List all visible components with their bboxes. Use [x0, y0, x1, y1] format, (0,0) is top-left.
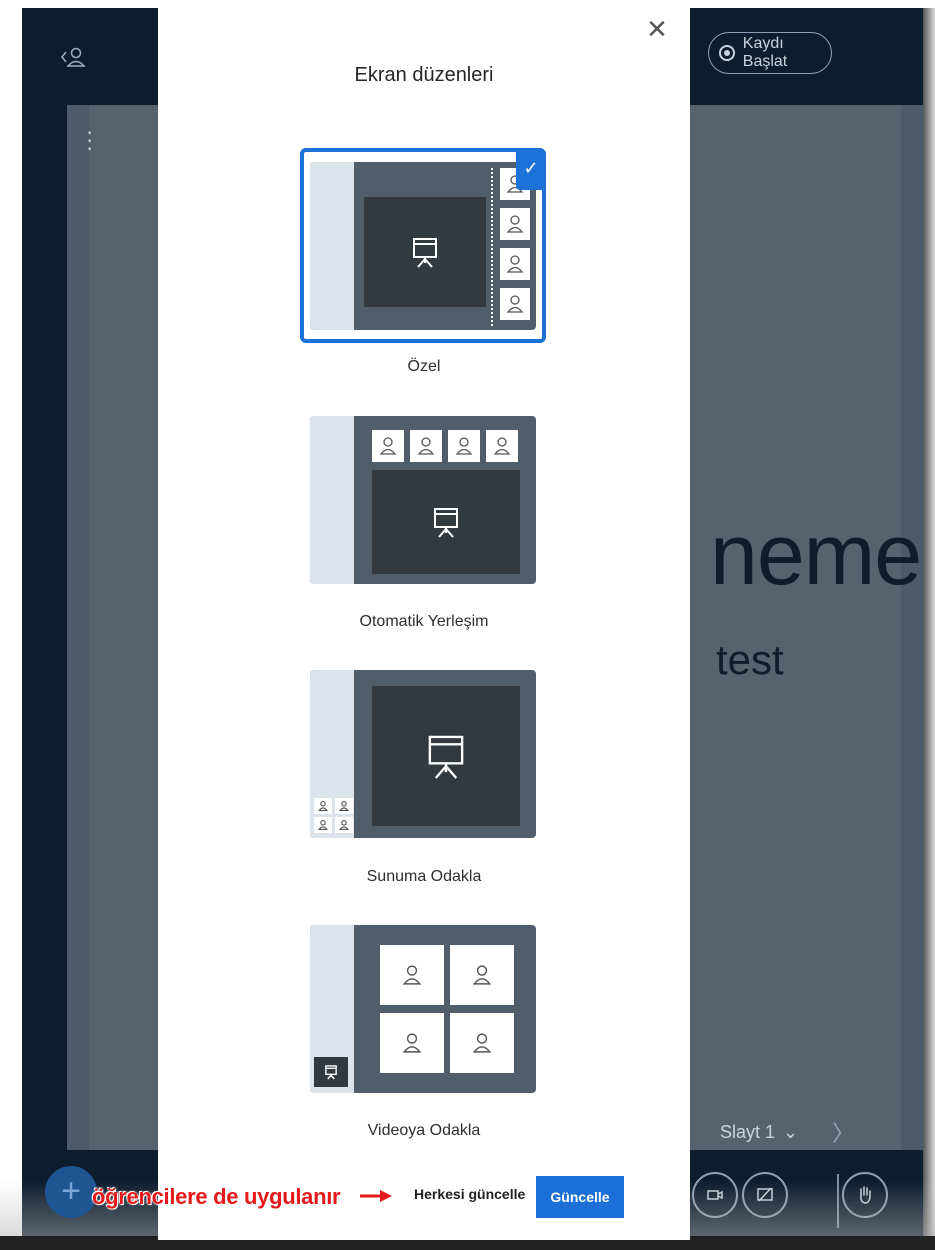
presentation-preview-icon: [372, 470, 520, 574]
layout-option-presentation-focus[interactable]: [310, 670, 536, 838]
layout-option-custom[interactable]: [310, 162, 536, 330]
user-tile-icon: [380, 1013, 444, 1073]
layout-label-custom: Özel: [407, 358, 441, 375]
presentation-preview-icon: [364, 197, 486, 307]
checkmark-icon: ✓: [516, 150, 546, 190]
camera-off-button[interactable]: [692, 1172, 738, 1218]
user-tile-icon: [380, 945, 444, 1005]
slide-subtitle: test: [716, 636, 784, 683]
update-button[interactable]: Güncelle: [536, 1176, 624, 1218]
participants-icon[interactable]: [60, 46, 88, 71]
user-tile-icon: [314, 798, 332, 814]
slide-navigator[interactable]: Slayt 1 ⌄ 〉: [720, 1116, 854, 1148]
slide-title: neme: [710, 507, 922, 603]
record-button[interactable]: Kaydı Başlat: [708, 32, 832, 74]
user-tile-icon: [372, 430, 404, 462]
share-screen-off-button[interactable]: [742, 1172, 788, 1218]
sidebar-preview: [310, 416, 354, 584]
user-tile-icon: [500, 248, 530, 280]
layout-label-presentation-focus: Sunuma Odakla: [366, 868, 482, 885]
dialog-title: Ekran düzenleri: [354, 64, 494, 86]
sidebar-preview: [310, 162, 354, 330]
chevron-right-icon[interactable]: 〉: [832, 1116, 854, 1148]
more-options-icon[interactable]: · · ·: [86, 121, 93, 159]
layout-label-auto: Otomatik Yerleşim: [359, 613, 489, 630]
record-label: Kaydı Başlat: [742, 35, 788, 70]
record-icon: [719, 45, 735, 61]
controls-divider: [837, 1174, 839, 1228]
resize-divider: [491, 168, 493, 326]
arrow-right-icon: [358, 1188, 394, 1209]
raise-hand-button[interactable]: [842, 1172, 888, 1218]
user-tile-icon: [450, 1013, 514, 1073]
user-tile-icon: [335, 817, 353, 833]
layout-dialog: ✕ Ekran düzenleri ✓ Özel Otomatik Yerleş…: [158, 0, 690, 1240]
annotation-note: öğrencilere de uygulanır: [92, 1184, 341, 1209]
user-tile-icon: [500, 208, 530, 240]
layout-label-video-focus: Videoya Odakla: [367, 1122, 481, 1139]
close-icon[interactable]: ✕: [642, 14, 672, 44]
user-tile-icon: [410, 430, 442, 462]
presentation-preview-icon: [314, 1057, 348, 1087]
user-tile-icon: [450, 945, 514, 1005]
layout-option-video-focus[interactable]: [310, 925, 536, 1093]
chevron-down-icon[interactable]: ⌄: [783, 1122, 798, 1143]
window-shadow: [923, 8, 935, 1240]
user-tile-icon: [486, 430, 518, 462]
update-all-button[interactable]: Herkesi güncelle: [414, 1186, 525, 1202]
layout-option-auto[interactable]: [310, 416, 536, 584]
user-tile-icon: [314, 817, 332, 833]
user-tile-icon: [500, 288, 530, 320]
add-button[interactable]: +: [45, 1166, 97, 1218]
user-tile-icon: [448, 430, 480, 462]
slide-nav-label: Slayt 1: [720, 1121, 776, 1142]
presentation-preview-icon: [372, 686, 520, 826]
user-tile-icon: [335, 798, 353, 814]
